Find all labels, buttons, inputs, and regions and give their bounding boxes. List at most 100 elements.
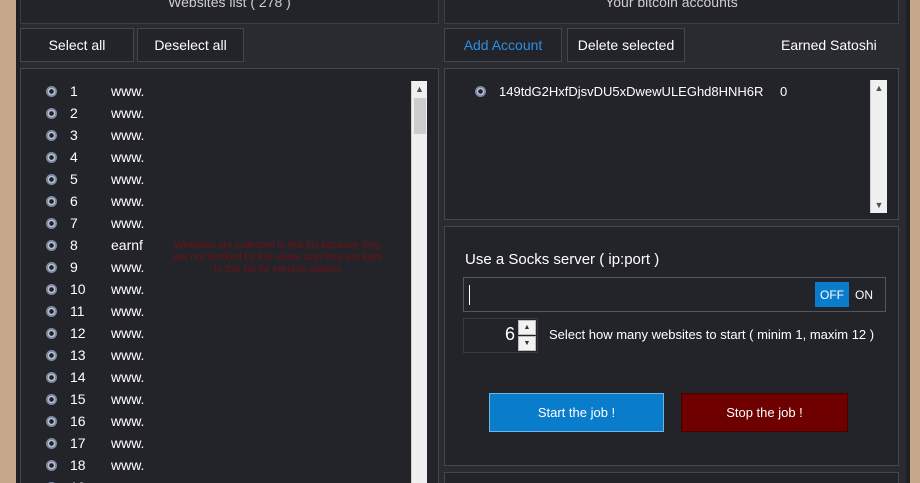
site-url: www. xyxy=(111,259,145,275)
site-radio-icon[interactable] xyxy=(46,217,57,229)
account-row[interactable]: 149tdG2HxfDjsvDU5xDwewULEGhd8HNH6R 0 xyxy=(445,80,865,102)
site-number: 5 xyxy=(70,171,78,187)
site-list-item[interactable]: 18 www. xyxy=(21,454,411,476)
site-list-item[interactable]: 11 www. xyxy=(21,300,411,322)
bitcoin-accounts-title: Your bitcoin accounts xyxy=(605,0,738,10)
site-list-item[interactable]: 12 www. xyxy=(21,322,411,344)
site-number: 11 xyxy=(70,303,85,319)
site-url: www. xyxy=(111,479,144,483)
site-radio-icon[interactable] xyxy=(46,459,57,471)
site-list-item[interactable]: 15 www. xyxy=(21,388,411,410)
start-job-button[interactable]: Start the job ! xyxy=(489,393,664,432)
select-all-button[interactable]: Select all xyxy=(20,28,134,62)
site-url: www. xyxy=(111,435,145,451)
site-number: 7 xyxy=(70,215,78,231)
site-radio-icon[interactable] xyxy=(46,151,57,163)
site-list-item[interactable]: 19 www. xyxy=(21,476,411,483)
websites-count-label: Select how many websites to start ( mini… xyxy=(549,327,875,342)
site-list-item[interactable]: 16 www. xyxy=(21,410,411,432)
site-number: 10 xyxy=(70,281,86,297)
site-url: www. xyxy=(111,105,145,121)
socks-server-input[interactable]: OFF ON xyxy=(463,277,886,312)
site-number: 13 xyxy=(70,347,86,363)
site-list-item[interactable]: 13 www. xyxy=(21,344,411,366)
scroll-down-icon[interactable]: ▼ xyxy=(871,197,887,213)
site-number: 15 xyxy=(70,391,86,407)
site-radio-icon[interactable] xyxy=(46,393,57,405)
decrement-icon[interactable]: ▼ xyxy=(518,336,536,351)
job-settings-panel: Use a Socks server ( ip:port ) OFF ON 6 … xyxy=(444,226,899,466)
accounts-list[interactable]: 149tdG2HxfDjsvDU5xDwewULEGhd8HNH6R 0 ▲ ▼ xyxy=(444,68,899,220)
site-radio-icon[interactable] xyxy=(46,195,57,207)
site-number: 1 xyxy=(70,83,78,99)
websites-list-scroll-thumb[interactable] xyxy=(414,98,426,134)
list-watermark-text: Websites are collected in this list beca… xyxy=(173,240,382,275)
site-url: www. xyxy=(111,303,145,319)
site-list-item[interactable]: 4 www. xyxy=(21,146,411,168)
site-list-item[interactable]: 6 www. xyxy=(21,190,411,212)
site-number: 17 xyxy=(70,435,86,451)
accounts-list-scrollbar[interactable]: ▲ ▼ xyxy=(870,80,887,213)
site-number: 12 xyxy=(70,325,86,341)
site-radio-icon[interactable] xyxy=(46,305,57,317)
account-radio-icon[interactable] xyxy=(475,85,486,97)
scroll-up-icon[interactable]: ▲ xyxy=(412,81,427,97)
site-url: earnf xyxy=(111,237,143,253)
site-number: 14 xyxy=(70,369,86,385)
site-url: www. xyxy=(111,193,145,209)
site-number: 19 xyxy=(70,479,86,483)
account-address: 149tdG2HxfDjsvDU5xDwewULEGhd8HNH6R xyxy=(499,83,764,99)
site-radio-icon[interactable] xyxy=(46,371,57,383)
site-list-item[interactable]: 1 www. xyxy=(21,80,411,102)
site-number: 9 xyxy=(70,259,78,275)
websites-count-stepper[interactable]: 6 ▲ ▼ xyxy=(463,318,538,353)
increment-icon[interactable]: ▲ xyxy=(518,320,536,335)
site-url: www. xyxy=(111,391,145,407)
site-radio-icon[interactable] xyxy=(46,239,57,251)
site-list-item[interactable]: 3 www. xyxy=(21,124,411,146)
site-number: 2 xyxy=(70,105,78,121)
stop-job-button[interactable]: Stop the job ! xyxy=(681,393,848,432)
site-url: www. xyxy=(111,127,145,143)
site-list-item[interactable]: 17 www. xyxy=(21,432,411,454)
site-list-item[interactable]: 5 www. xyxy=(21,168,411,190)
earned-satoshi-header: Earned Satoshi xyxy=(781,37,877,53)
site-list-item[interactable]: 10 www. xyxy=(21,278,411,300)
site-url: www. xyxy=(111,413,145,429)
site-url: www. xyxy=(111,83,145,99)
websites-list-scrollbar[interactable]: ▲ xyxy=(411,81,427,483)
site-url: www. xyxy=(111,347,145,363)
site-url: www. xyxy=(111,457,145,473)
site-radio-icon[interactable] xyxy=(46,85,57,97)
site-radio-icon[interactable] xyxy=(46,437,57,449)
window-border-right xyxy=(906,0,910,483)
websites-list-header: Websites list ( 278 ) xyxy=(20,0,439,24)
account-earned: 0 xyxy=(780,83,788,99)
site-radio-icon[interactable] xyxy=(46,129,57,141)
site-url: www. xyxy=(111,215,145,231)
socks-toggle-off[interactable]: OFF xyxy=(815,282,849,307)
text-caret xyxy=(469,285,470,305)
websites-count-value: 6 xyxy=(504,324,515,344)
site-radio-icon[interactable] xyxy=(46,283,57,295)
site-number: 4 xyxy=(70,149,78,165)
site-radio-icon[interactable] xyxy=(46,261,57,273)
deselect-all-button[interactable]: Deselect all xyxy=(137,28,244,62)
site-list-item[interactable]: 7 www. xyxy=(21,212,411,234)
site-radio-icon[interactable] xyxy=(46,327,57,339)
site-url: www. xyxy=(111,369,145,385)
site-list-item[interactable]: 14 www. xyxy=(21,366,411,388)
stepper-buttons: ▲ ▼ xyxy=(518,320,536,351)
add-account-button[interactable]: Add Account xyxy=(444,28,562,62)
socks-toggle-on[interactable]: ON xyxy=(849,282,879,307)
delete-selected-button[interactable]: Delete selected xyxy=(567,28,685,62)
window-frame-right xyxy=(910,0,920,483)
site-radio-icon[interactable] xyxy=(46,349,57,361)
site-number: 3 xyxy=(70,127,78,143)
site-radio-icon[interactable] xyxy=(46,415,57,427)
site-radio-icon[interactable] xyxy=(46,107,57,119)
site-list-item[interactable]: 2 www. xyxy=(21,102,411,124)
socks-server-label: Use a Socks server ( ip:port ) xyxy=(465,251,660,268)
scroll-up-icon[interactable]: ▲ xyxy=(871,80,887,96)
site-radio-icon[interactable] xyxy=(46,173,57,185)
